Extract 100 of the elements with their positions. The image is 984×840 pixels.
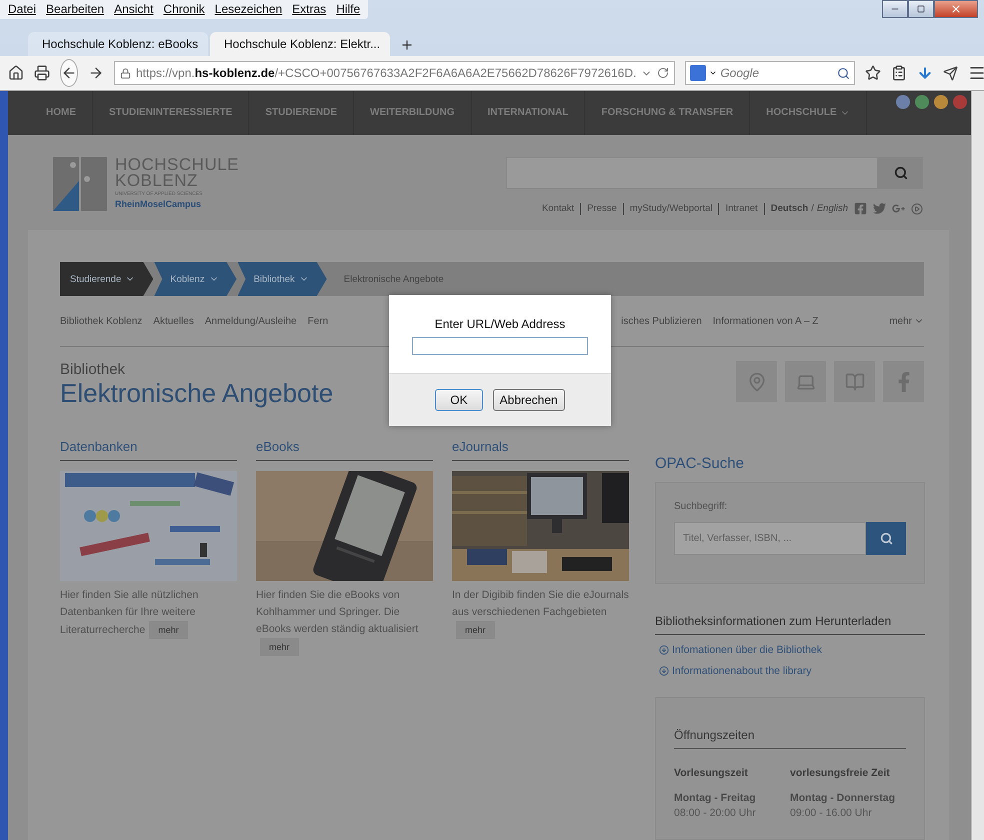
more-menu[interactable]: mehr xyxy=(889,316,924,326)
menu-item[interactable]: Hilfe xyxy=(336,2,360,16)
section-text: Hier finden Sie alle nützlichen Datenbanken für Ihre weitere Literaturrecherche mehr xyxy=(60,587,237,639)
field-label: Suchbegriff: xyxy=(674,501,728,512)
home-icon xyxy=(8,65,24,81)
menu-button[interactable] xyxy=(968,64,984,82)
section-text: Hier finden Sie die eBooks von Kohlhammer und Springer. Die eBooks werden ständig aktualisiert mehr xyxy=(256,587,433,656)
nav-link[interactable]: HOME xyxy=(30,91,93,135)
download-button[interactable] xyxy=(917,65,934,81)
extension-icon[interactable] xyxy=(896,95,910,109)
plus-icon xyxy=(400,38,414,52)
hours-heading: vorlesungsfreie Zeit xyxy=(790,767,891,779)
language-link[interactable]: Deutsch xyxy=(770,203,808,214)
bookmark-button[interactable] xyxy=(865,65,882,81)
clipboard-icon xyxy=(891,65,908,81)
menu-icon xyxy=(968,64,984,82)
breadcrumb-link[interactable]: Koblenz xyxy=(154,262,237,296)
section-title[interactable]: eJournals xyxy=(452,439,629,461)
service-link[interactable]: Intranet xyxy=(725,203,758,214)
menu-item[interactable]: Chronik xyxy=(163,2,205,16)
nav-link[interactable]: FORSCHUNG & TRANSFER xyxy=(585,91,750,135)
logo-icon xyxy=(53,157,107,211)
paper-plane-icon xyxy=(943,66,958,80)
download-icon xyxy=(659,666,669,676)
subnav-link[interactable]: Aktuelles xyxy=(153,316,194,326)
download-link[interactable]: Infomationen über die Bibliothek xyxy=(659,644,925,656)
home-button[interactable] xyxy=(8,65,24,81)
language-link[interactable]: English xyxy=(816,203,848,214)
section-title[interactable]: Datenbanken xyxy=(60,439,237,461)
download-link[interactable]: Informationenabout the library xyxy=(659,665,925,677)
menu-item[interactable]: Datei xyxy=(8,2,36,16)
more-button[interactable]: mehr xyxy=(456,621,495,639)
extension-icon[interactable] xyxy=(934,95,948,109)
reading-list-button[interactable] xyxy=(891,65,908,81)
nav-link[interactable]: STUDIENINTERESSIERTE xyxy=(93,91,250,135)
subnav-link[interactable]: isches Publizieren xyxy=(621,316,702,326)
extension-icon[interactable] xyxy=(915,95,929,109)
forward-button[interactable] xyxy=(88,65,104,81)
subnav-link[interactable]: Bibliothek Koblenz xyxy=(60,316,142,326)
hours-time: 09:00 - 16.00 Uhr xyxy=(790,807,873,819)
subnav-link[interactable]: Informationen von A – Z xyxy=(712,316,818,326)
print-button[interactable] xyxy=(34,65,50,81)
minimize-button[interactable] xyxy=(882,0,908,18)
maximize-button[interactable] xyxy=(908,0,934,18)
nav-link[interactable]: HOCHSCHULE xyxy=(750,91,867,135)
campus-label: RheinMoselCampus xyxy=(115,199,202,209)
twitter-icon[interactable] xyxy=(873,202,886,215)
hours-title: Öffnungszeiten xyxy=(674,728,906,749)
printer-icon xyxy=(34,65,50,81)
search-icon xyxy=(894,166,908,180)
search-icon xyxy=(837,66,850,80)
service-link[interactable]: Presse xyxy=(587,203,617,214)
star-icon xyxy=(865,65,882,81)
menu-item[interactable]: Ansicht xyxy=(114,2,154,16)
nav-link[interactable]: STUDIERENDE xyxy=(249,91,354,135)
breadcrumb-link[interactable]: Studierende xyxy=(60,262,154,296)
cancel-button[interactable]: Abbrechen xyxy=(492,389,565,411)
dialog-label: Enter URL/Web Address xyxy=(434,317,566,331)
hours-heading: Vorlesungszeit xyxy=(674,767,749,779)
menu-item[interactable]: Lesezeichen xyxy=(214,2,282,16)
close-icon xyxy=(950,3,962,15)
search-icon xyxy=(880,532,893,545)
search-button[interactable] xyxy=(866,522,906,555)
address-field[interactable]: https://vpn.hs-koblenz.de/+CSCO+00756767633A2F2F6A6A6A2E75662D78626F7972616D. xyxy=(114,61,676,85)
download-icon xyxy=(917,65,934,81)
search-bar[interactable]: Google xyxy=(685,61,856,85)
back-button[interactable] xyxy=(60,59,78,87)
menu-item[interactable]: Extras xyxy=(292,2,326,16)
caret-icon xyxy=(709,69,718,77)
page-title: Elektronische Angebote xyxy=(60,378,334,409)
lock-icon xyxy=(120,68,131,78)
hours-time: 08:00 - 20:00 Uhr xyxy=(674,807,757,819)
breadcrumb-link[interactable]: Bibliothek xyxy=(238,262,327,296)
breadcrumb-link[interactable]: Elektronische Angebote xyxy=(328,262,452,296)
more-button[interactable]: mehr xyxy=(149,621,188,639)
ok-button[interactable]: OK xyxy=(435,389,483,411)
hours-days: Montag - Donnerstag xyxy=(790,792,906,804)
search-button[interactable] xyxy=(878,157,923,189)
reload-icon[interactable] xyxy=(657,67,670,79)
facebook-icon[interactable] xyxy=(854,202,867,215)
download-icon xyxy=(659,645,669,655)
sidebar-title: OPAC-Suche xyxy=(655,455,745,472)
service-link[interactable]: Kontakt xyxy=(542,203,574,214)
send-button[interactable] xyxy=(943,66,958,80)
nav-link[interactable]: INTERNATIONAL xyxy=(472,91,586,135)
google-plus-icon[interactable] xyxy=(892,202,905,215)
more-button[interactable]: mehr xyxy=(260,638,299,656)
play-icon[interactable] xyxy=(911,202,923,214)
subnav-link[interactable]: Fern xyxy=(308,316,328,326)
subnav-link[interactable]: Anmeldung/Ausleihe xyxy=(204,316,297,326)
forward-arrow-icon xyxy=(88,65,104,81)
close-button[interactable] xyxy=(934,0,978,18)
section-title[interactable]: eBooks xyxy=(256,439,433,461)
language-separator: / xyxy=(811,203,814,214)
nav-link[interactable]: WEITERBILDUNG xyxy=(354,91,472,135)
catalog-search-field[interactable]: Titel, Verfasser, ISBN, ... xyxy=(674,522,866,555)
url-input[interactable] xyxy=(412,337,588,355)
browser-tab[interactable]: Hochschule Koblenz: Elektr... xyxy=(210,32,390,56)
menu-item[interactable]: Bearbeiten xyxy=(46,2,104,16)
service-link[interactable]: myStudy/Webportal xyxy=(630,203,712,214)
